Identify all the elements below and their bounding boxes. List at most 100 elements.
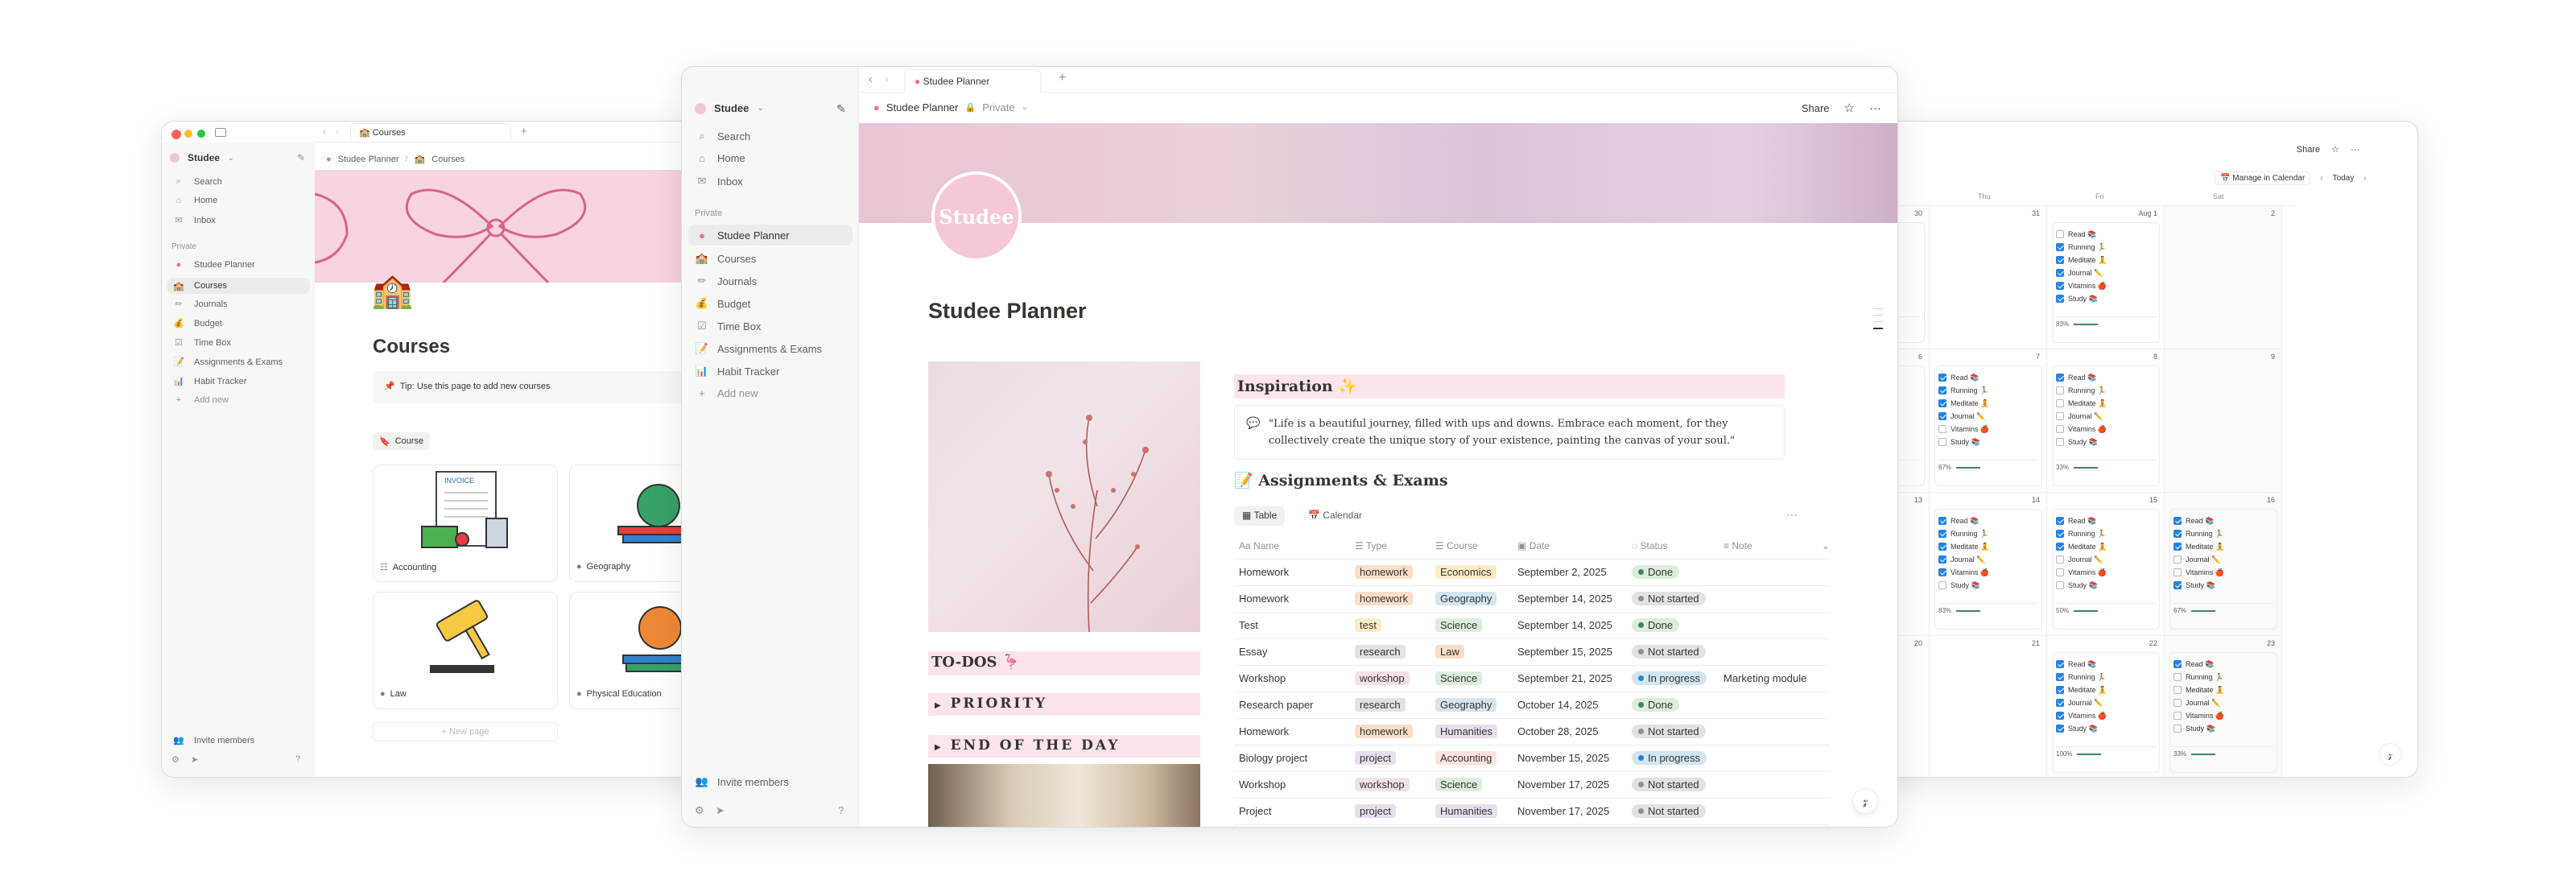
habit-item[interactable]: Journal ✏️: [2056, 553, 2156, 566]
checkbox[interactable]: [1938, 438, 1946, 446]
checkbox[interactable]: [2056, 555, 2064, 564]
sidebar-item-studee-planner[interactable]: ● Studee Planner: [171, 260, 255, 270]
next-week-icon[interactable]: ›: [2363, 174, 2366, 183]
habit-item[interactable]: Meditate 🧘: [2056, 540, 2156, 553]
minimize-window-dot[interactable]: [184, 130, 192, 138]
checkbox[interactable]: [2056, 230, 2064, 238]
habit-item[interactable]: Vitamins 🍎: [2056, 279, 2156, 292]
habit-item[interactable]: Study 📚: [1938, 579, 2038, 592]
row-name[interactable]: Homework: [1239, 566, 1289, 578]
sidebar-invite-members[interactable]: 👥 Invite members: [695, 775, 789, 788]
checkbox[interactable]: [2056, 543, 2064, 551]
checkbox[interactable]: [2056, 399, 2064, 407]
name-column-header[interactable]: Aa Name: [1239, 540, 1279, 551]
checkbox[interactable]: [2174, 568, 2182, 576]
help-icon[interactable]: ?: [295, 754, 300, 764]
sidebar-item-assignments[interactable]: 📝 Assignments & Exams: [695, 342, 822, 355]
notion-ai-icon[interactable]: 𝓏: [2379, 743, 2401, 766]
share-button[interactable]: Share: [2297, 145, 2320, 155]
table-row[interactable]: Research paper research Geography October 1…: [1234, 692, 1830, 719]
table-row[interactable]: Homework homework Geography September 14, 2…: [1234, 586, 1830, 613]
checkbox[interactable]: [2056, 686, 2064, 694]
checkbox[interactable]: [2174, 543, 2182, 551]
habit-item[interactable]: Study 📚: [2056, 579, 2156, 592]
note-column-header[interactable]: ≡ Note: [1724, 540, 1752, 551]
habit-item[interactable]: Running 🏃: [2174, 671, 2273, 683]
checkbox[interactable]: [2056, 712, 2064, 720]
course-column-header[interactable]: ☰ Course: [1435, 540, 1478, 551]
habit-item[interactable]: Journal ✏️: [1938, 410, 2038, 423]
habit-item[interactable]: Running 🏃: [2056, 527, 2156, 540]
checkbox[interactable]: [2174, 581, 2182, 589]
checkbox[interactable]: [1938, 543, 1946, 551]
checkbox[interactable]: [1938, 555, 1946, 564]
more-icon[interactable]: ···: [2351, 145, 2359, 155]
habit-card[interactable]: Read 📚 Running 🏃 Meditate 🧘 Journal ✏️ Vitam…: [2052, 365, 2160, 486]
close-window-dot[interactable]: [171, 130, 181, 139]
back-arrow-icon[interactable]: ‹: [869, 72, 873, 86]
table-row[interactable]: Homework homework Economics September 2, 20…: [1234, 560, 1830, 586]
end-of-day-toggle[interactable]: ▶ END OF THE DAY: [928, 735, 1200, 758]
checkbox[interactable]: [1938, 568, 1946, 576]
habit-item[interactable]: Meditate 🧘: [1938, 397, 2038, 410]
calendar-day-cell[interactable]: 15 Read 📚 Running 🏃 Meditate 🧘 Journal ✏️ Vit…: [2047, 493, 2165, 636]
course-card-accounting[interactable]: INVOICE ☷ Accounting: [373, 465, 558, 582]
habit-item[interactable]: Read 📚: [2056, 228, 2156, 241]
habit-item[interactable]: Study 📚: [2174, 579, 2273, 592]
checkbox[interactable]: [2174, 712, 2182, 720]
row-name[interactable]: Test: [1239, 619, 1258, 631]
checkbox[interactable]: [2056, 374, 2064, 382]
table-row[interactable]: Workshop workshop Science November 17, 2025…: [1234, 772, 1830, 799]
table-more-icon[interactable]: ···: [1786, 508, 1798, 521]
checkbox[interactable]: [1938, 386, 1946, 394]
checkbox[interactable]: [2174, 517, 2182, 525]
habit-item[interactable]: Vitamins 🍎: [2174, 566, 2273, 579]
calendar-day-cell[interactable]: 7 Read 📚 Running 🏃 Meditate 🧘 Journal ✏️ Vita…: [1930, 349, 2047, 493]
checkbox[interactable]: [2056, 412, 2064, 420]
habit-item[interactable]: Running 🏃: [2174, 527, 2273, 540]
habit-item[interactable]: Journal ✏️: [2056, 696, 2156, 709]
checkbox[interactable]: [2056, 581, 2064, 589]
habit-item[interactable]: Read 📚: [2056, 514, 2156, 527]
checkbox[interactable]: [2056, 699, 2064, 707]
checkbox[interactable]: [2056, 243, 2064, 251]
checkbox[interactable]: [2056, 386, 2064, 394]
sidebar-item-budget[interactable]: 💰 Budget: [171, 318, 222, 329]
type-column-header[interactable]: ☰ Type: [1355, 540, 1387, 551]
habit-item[interactable]: Study 📚: [1938, 436, 2038, 448]
checkbox[interactable]: [1938, 425, 1946, 433]
settings-icon[interactable]: ⚙: [695, 804, 704, 817]
row-name[interactable]: Research paper: [1239, 699, 1314, 711]
checkbox[interactable]: [2056, 517, 2064, 525]
new-page-button[interactable]: + New page: [373, 722, 558, 741]
calendar-day-cell[interactable]: 14 Read 📚 Running 🏃 Meditate 🧘 Journal ✏️ Vit…: [1930, 493, 2047, 636]
checkbox[interactable]: [2174, 699, 2182, 707]
table-row[interactable]: Test test Science September 14, 2025 Done: [1234, 613, 1830, 639]
today-button[interactable]: Today: [2333, 174, 2355, 183]
habit-item[interactable]: Read 📚: [1938, 371, 2038, 384]
row-name[interactable]: Homework: [1239, 725, 1289, 737]
tab-studee-planner[interactable]: ● Studee Planner: [904, 69, 1041, 93]
row-name[interactable]: Biology project: [1239, 752, 1307, 764]
checkbox[interactable]: [1938, 374, 1946, 382]
calendar-day-cell[interactable]: 9: [2165, 349, 2282, 493]
add-column-chevron-icon[interactable]: ⌄: [1822, 540, 1830, 551]
habit-item[interactable]: Journal ✏️: [2174, 696, 2273, 709]
habit-item[interactable]: Study 📚: [2056, 292, 2156, 305]
habit-item[interactable]: Vitamins 🍎: [1938, 566, 2038, 579]
star-icon[interactable]: ☆: [1844, 101, 1855, 115]
checkbox[interactable]: [2174, 530, 2182, 538]
checkbox[interactable]: [2056, 725, 2064, 733]
habit-item[interactable]: Study 📚: [2174, 722, 2273, 735]
habit-card[interactable]: Read 📚 Running 🏃 Meditate 🧘 Journal ✏️ Vitam…: [2052, 652, 2160, 773]
sidebar-item-journals[interactable]: ✏ Journals: [171, 299, 227, 310]
habit-item[interactable]: Running 🏃: [1938, 384, 2038, 397]
send-icon[interactable]: ➤: [716, 804, 724, 817]
checkbox[interactable]: [2056, 425, 2064, 433]
sidebar-inbox[interactable]: ✉ Inbox: [171, 215, 216, 226]
new-page-icon[interactable]: ✎: [836, 102, 846, 116]
calendar-day-cell[interactable]: 21: [1930, 636, 2047, 777]
tab-courses[interactable]: 🏫 Courses: [350, 123, 511, 141]
calendar-day-cell[interactable]: 22 Read 📚 Running 🏃 Meditate 🧘 Journal ✏️ Vit…: [2047, 636, 2165, 777]
table-row[interactable]: Project project Humanities November 17, 202…: [1234, 799, 1830, 825]
